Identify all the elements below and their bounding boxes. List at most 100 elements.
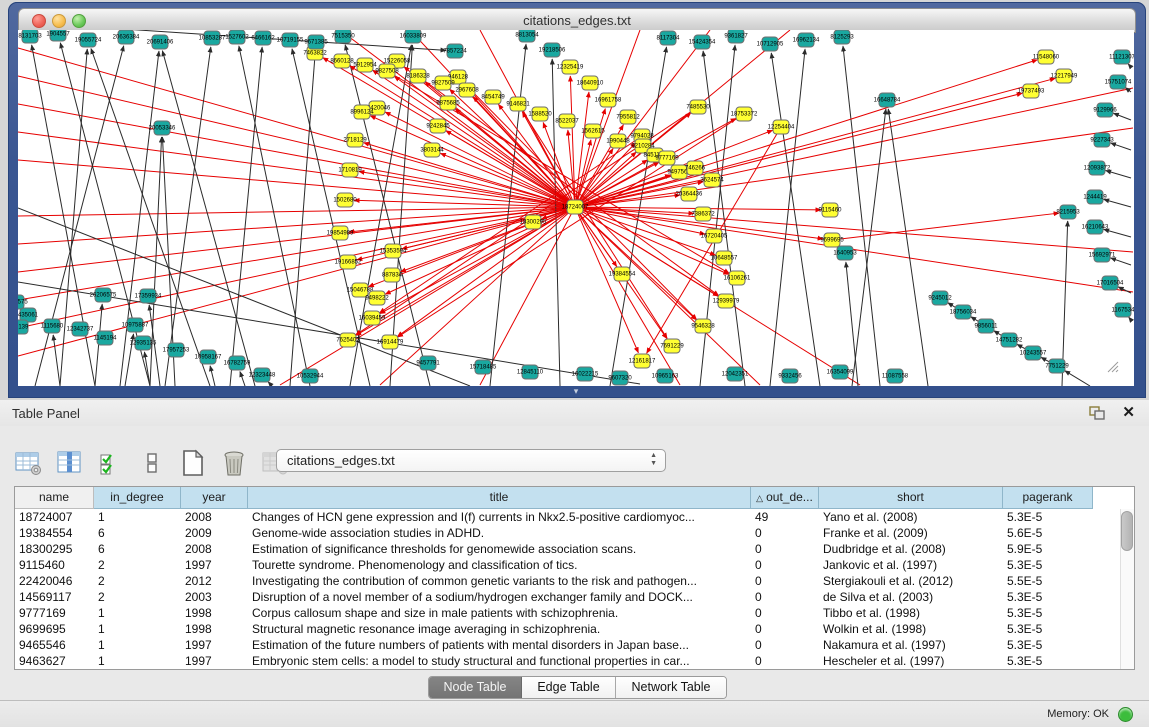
black-edge[interactable] bbox=[53, 335, 60, 386]
column-header-year[interactable]: year bbox=[181, 487, 248, 509]
graph-node-label: 9242845 bbox=[426, 124, 450, 130]
graph-node-label: 16961758 bbox=[595, 98, 622, 104]
black-edge[interactable] bbox=[852, 109, 886, 386]
table-row[interactable]: 969969511998Structural magnetic resonanc… bbox=[15, 621, 1134, 637]
graph-node-label: 1588520 bbox=[528, 112, 552, 118]
graph-node-label: 9227343 bbox=[1090, 138, 1114, 144]
close-icon[interactable]: ✕ bbox=[1122, 403, 1135, 421]
table-row[interactable]: 1938455462009Genome-wide association stu… bbox=[15, 525, 1134, 541]
vertical-scrollbar[interactable] bbox=[1120, 509, 1134, 669]
red-edge[interactable] bbox=[458, 77, 697, 320]
graph-node-label: 10243557 bbox=[1020, 351, 1047, 357]
graph-node-label: 10532944 bbox=[297, 374, 324, 380]
table-cell: 5.3E-5 bbox=[1003, 509, 1093, 525]
table-cell: 9777169 bbox=[15, 605, 94, 621]
table-row[interactable]: 2242004622012Investigating the contribut… bbox=[15, 573, 1134, 589]
new-file-icon[interactable] bbox=[178, 448, 208, 478]
red-edge[interactable] bbox=[18, 207, 575, 300]
black-edge[interactable] bbox=[1129, 317, 1131, 320]
graph-node-label: 1502680 bbox=[333, 198, 357, 204]
red-edge[interactable] bbox=[832, 213, 1059, 240]
red-edge[interactable] bbox=[575, 207, 1133, 292]
column-header-name[interactable]: name bbox=[15, 487, 94, 509]
graph-node-label: 2718129 bbox=[343, 138, 367, 144]
black-edge[interactable] bbox=[1104, 229, 1131, 237]
column-header-title[interactable]: title bbox=[248, 487, 751, 509]
black-edge[interactable] bbox=[1104, 199, 1131, 207]
graph-node-label: 9457791 bbox=[416, 361, 440, 367]
network-canvas[interactable]: 1872400774638228660128591295415226058982… bbox=[18, 30, 1134, 386]
black-edge[interactable] bbox=[210, 366, 215, 386]
table-cell: 2012 bbox=[181, 573, 248, 589]
table-row[interactable]: 1456911722003Disruption of a novel membe… bbox=[15, 589, 1134, 605]
black-edge[interactable] bbox=[165, 47, 211, 386]
black-edge[interactable] bbox=[150, 137, 162, 386]
black-edge[interactable] bbox=[1111, 143, 1131, 150]
table-row[interactable]: 1872400712008Changes of HCN gene express… bbox=[15, 509, 1134, 525]
black-edge[interactable] bbox=[162, 51, 255, 386]
black-edge[interactable] bbox=[1128, 64, 1131, 67]
tab-edge-table[interactable]: Edge Table bbox=[522, 677, 616, 698]
canvas-resize-grip[interactable] bbox=[1106, 361, 1120, 373]
black-edge[interactable] bbox=[1113, 113, 1131, 120]
panel-splitter-handle[interactable]: ▾ bbox=[568, 386, 584, 398]
red-edge[interactable] bbox=[18, 207, 575, 216]
table-cell: 49 bbox=[751, 509, 819, 525]
network-graph[interactable]: 1872400774638228660128591295415226058982… bbox=[18, 30, 1134, 386]
table-cell: 22420046 bbox=[15, 573, 94, 589]
table-row[interactable]: 946362711997Embryonic stem cells: a mode… bbox=[15, 653, 1134, 669]
show-columns-icon[interactable] bbox=[55, 448, 85, 478]
graph-node-label: 9146821 bbox=[506, 102, 530, 108]
black-edge[interactable] bbox=[350, 45, 411, 386]
black-edge[interactable] bbox=[240, 372, 245, 386]
red-edge[interactable] bbox=[575, 128, 1133, 207]
table-settings-icon[interactable] bbox=[14, 448, 44, 478]
unselect-all-icon[interactable] bbox=[137, 448, 167, 478]
black-edge[interactable] bbox=[239, 46, 310, 386]
scrollbar-thumb[interactable] bbox=[1121, 511, 1133, 551]
delete-icon[interactable] bbox=[219, 448, 249, 478]
graph-node-label: 1167534 bbox=[1112, 308, 1134, 314]
column-header-short[interactable]: short bbox=[819, 487, 1003, 509]
red-edge[interactable] bbox=[18, 104, 575, 207]
tab-node-table[interactable]: Node Table bbox=[429, 677, 522, 698]
black-edge[interactable] bbox=[268, 382, 272, 386]
black-edge[interactable] bbox=[290, 51, 315, 386]
black-edge[interactable] bbox=[230, 47, 262, 386]
column-header-out_de[interactable]: △out_de... bbox=[751, 487, 819, 509]
graph-node-label: 12939979 bbox=[713, 299, 740, 305]
table-cell: 1 bbox=[94, 637, 181, 653]
black-edge[interactable] bbox=[1065, 371, 1090, 386]
tab-network-table[interactable]: Network Table bbox=[616, 677, 726, 698]
column-header-pagerank[interactable]: pagerank bbox=[1003, 487, 1093, 509]
red-edge[interactable] bbox=[575, 207, 696, 320]
memory-status-indicator[interactable] bbox=[1118, 707, 1133, 722]
table-cell: Genome-wide association studies in ADHD. bbox=[248, 525, 751, 541]
red-edge[interactable] bbox=[480, 207, 575, 385]
black-edge[interactable] bbox=[771, 53, 820, 386]
table-cell: Disruption of a novel member of a sodium… bbox=[248, 589, 751, 605]
table-row[interactable]: 911546021997Tourette syndrome. Phenomeno… bbox=[15, 557, 1134, 573]
table-cell: 1 bbox=[94, 509, 181, 525]
red-edge[interactable] bbox=[398, 114, 744, 337]
graph-node-label: 8660128 bbox=[330, 59, 354, 65]
column-header-in_degree[interactable]: in_degree bbox=[94, 487, 181, 509]
graph-node-label: 1527602 bbox=[225, 35, 249, 41]
black-edge[interactable] bbox=[888, 109, 928, 386]
table-cell: 2009 bbox=[181, 525, 248, 541]
table-row[interactable]: 977716911998Corpus callosum shape and si… bbox=[15, 605, 1134, 621]
graph-node-label: 8522037 bbox=[555, 119, 579, 125]
black-edge[interactable] bbox=[770, 49, 805, 386]
select-all-icon[interactable] bbox=[96, 448, 126, 478]
table-row[interactable]: 1830029562008Estimation of significance … bbox=[15, 541, 1134, 557]
red-edge[interactable] bbox=[380, 207, 575, 385]
red-edge[interactable] bbox=[364, 143, 575, 207]
red-edge[interactable] bbox=[575, 207, 680, 385]
black-edge[interactable] bbox=[1111, 258, 1131, 265]
graph-node-label: 7691229 bbox=[660, 344, 684, 350]
float-window-icon[interactable] bbox=[1089, 406, 1105, 420]
black-edge[interactable] bbox=[1106, 171, 1131, 178]
table-row[interactable]: 946554611997Estimation of the future num… bbox=[15, 637, 1134, 653]
table-selector-dropdown[interactable]: citations_edges.txt ▲▼ bbox=[276, 449, 666, 472]
sort-ascending-icon: △ bbox=[756, 493, 763, 503]
